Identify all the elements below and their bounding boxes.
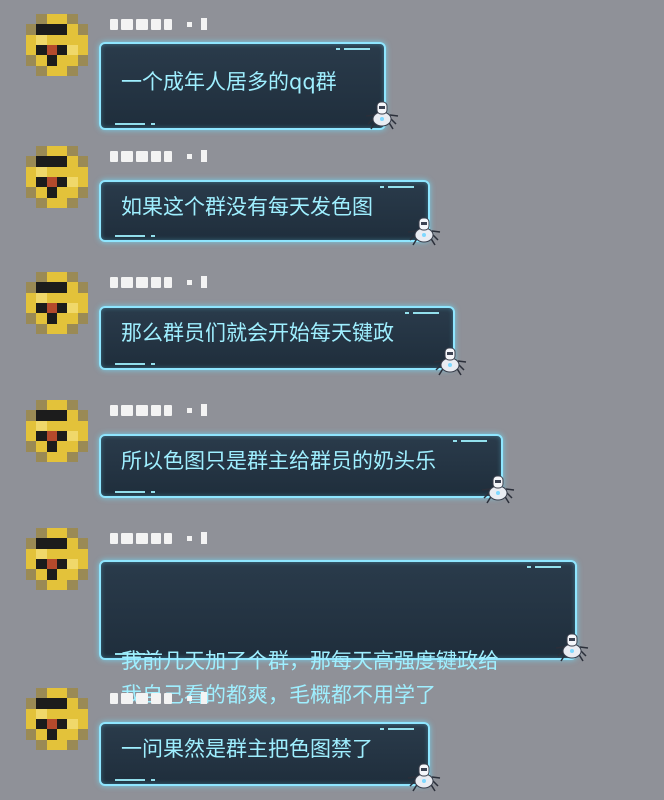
bubble-decoration <box>405 312 439 317</box>
sender-name-censored <box>110 692 207 704</box>
message-text: 一个成年人居多的qq群 <box>121 70 337 94</box>
bubble-decoration <box>115 779 155 781</box>
message-bubble[interactable]: 那么群员们就会开始每天键政 <box>99 306 455 370</box>
message-text: 如果这个群没有每天发色图 <box>121 195 373 219</box>
bubble-decoration <box>115 491 155 493</box>
bubble-decoration <box>115 363 155 365</box>
message-bubble[interactable]: 我前几天加了个群，那每天高强度键政给 我自己看的都爽，毛概都不用学了 <box>99 560 577 707</box>
bubble-decoration <box>115 123 155 125</box>
robot-spider-icon <box>433 347 467 376</box>
pixelated-avatar-icon[interactable] <box>26 528 88 590</box>
bubble-decoration <box>380 186 414 191</box>
pixelated-avatar-icon[interactable] <box>26 14 88 76</box>
message-bubble[interactable]: 如果这个群没有每天发色图 <box>99 180 430 242</box>
bubble-decoration <box>336 48 370 53</box>
message-text: 所以色图只是群主给群员的奶头乐 <box>121 449 436 473</box>
bubble-decoration <box>453 440 487 445</box>
pixelated-avatar-icon[interactable] <box>26 688 88 750</box>
bubble-decoration <box>115 653 155 655</box>
pixelated-avatar-icon[interactable] <box>26 146 88 208</box>
bubble-decoration <box>380 728 414 733</box>
robot-spider-icon <box>555 633 589 662</box>
message-bubble[interactable]: 一问果然是群主把色图禁了 <box>99 722 430 786</box>
bubble-decoration <box>527 566 561 571</box>
robot-spider-icon <box>407 217 441 246</box>
sender-name-censored <box>110 404 207 416</box>
message-text: 那么群员们就会开始每天键政 <box>121 321 394 345</box>
robot-spider-icon <box>481 475 515 504</box>
pixelated-avatar-icon[interactable] <box>26 400 88 462</box>
bubble-decoration <box>115 235 155 237</box>
sender-name-censored <box>110 276 207 288</box>
message-text: 一问果然是群主把色图禁了 <box>121 737 373 761</box>
sender-name-censored <box>110 18 207 30</box>
pixelated-avatar-icon[interactable] <box>26 272 88 334</box>
sender-name-censored <box>110 150 207 162</box>
message-bubble[interactable]: 一个成年人居多的qq群 <box>99 42 386 130</box>
message-bubble[interactable]: 所以色图只是群主给群员的奶头乐 <box>99 434 503 498</box>
sender-name-censored <box>110 532 207 544</box>
robot-spider-icon <box>365 101 399 130</box>
robot-spider-icon <box>407 763 441 792</box>
